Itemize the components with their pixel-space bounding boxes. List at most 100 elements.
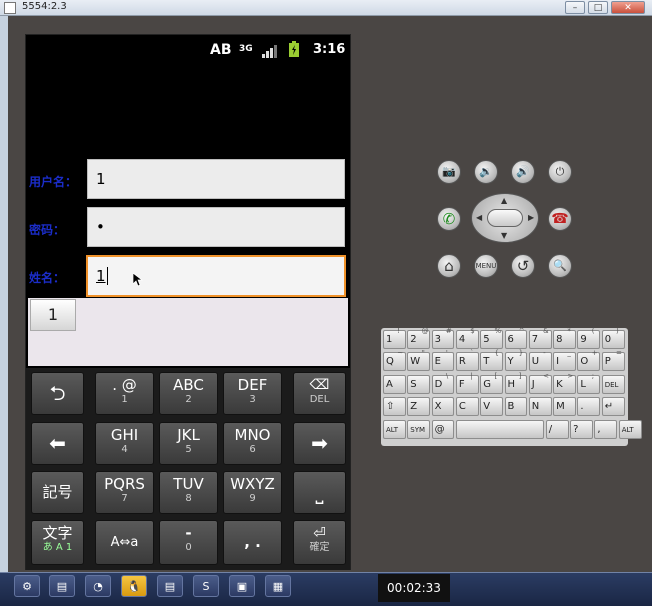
qwerty-key[interactable]: ⇧ [383, 397, 406, 417]
punctuation-key[interactable]: , . [223, 520, 282, 565]
qwerty-key[interactable]: 8 [553, 330, 576, 349]
key-7[interactable]: PQRS 7 [95, 471, 154, 514]
enter-key[interactable]: ⏎ 確定 [293, 520, 346, 565]
camera-button[interactable]: 📷 [437, 160, 461, 184]
home-button[interactable]: ⌂ [437, 254, 461, 278]
qwerty-key[interactable]: V [480, 397, 504, 417]
key-4[interactable]: GHI 4 [95, 422, 154, 465]
qwerty-key[interactable]: / [545, 419, 569, 439]
symbols-key[interactable]: 記号 [31, 471, 84, 514]
dpad-right-icon[interactable]: ▶ [528, 213, 534, 222]
qwerty-key[interactable]: T [480, 352, 504, 372]
qwerty-key[interactable]: S [407, 374, 431, 394]
qwerty-key[interactable]: SYM [407, 419, 431, 439]
dpad-up-icon[interactable]: ▲ [501, 196, 507, 205]
composing-text: 1 [96, 267, 106, 285]
input-mode-key[interactable]: 文字あ A 1 [31, 520, 84, 565]
qwerty-key[interactable]: G [480, 374, 504, 394]
qwerty-key[interactable]: 9 [577, 330, 601, 349]
username-label: 用户名： [29, 175, 78, 189]
key-2[interactable]: ABC 2 [159, 372, 218, 415]
qwerty-key[interactable]: D [431, 374, 455, 394]
qwerty-key-alt: & [543, 327, 549, 335]
candidate-bar [28, 298, 348, 366]
cursor-right-key[interactable]: ➡ [293, 422, 346, 465]
call-button[interactable]: ✆ [437, 207, 461, 231]
username-input[interactable]: 1 [87, 159, 345, 199]
qwerty-key[interactable]: , [594, 419, 618, 439]
qwerty-key[interactable]: 1 [383, 330, 406, 349]
delete-key[interactable]: ⌫ DEL [293, 372, 346, 415]
key-6[interactable]: MNO 6 [223, 422, 282, 465]
network-indicator: 3G [239, 44, 253, 54]
qwerty-key[interactable]: L [577, 374, 601, 394]
menu-button[interactable]: MENU [474, 254, 498, 278]
qwerty-key[interactable]: Y [504, 352, 528, 372]
recording-timer: 00:02:33 [378, 574, 450, 602]
cursor-left-key[interactable]: ⬅ [31, 422, 84, 465]
password-input[interactable]: • [87, 207, 345, 247]
search-button[interactable]: 🔍 [548, 254, 572, 278]
qwerty-key-alt: ; [591, 371, 595, 380]
qwerty-key[interactable]: M [553, 397, 576, 417]
qwerty-key[interactable]: ALT [383, 419, 406, 439]
qwerty-key-alt: ( [591, 327, 595, 335]
qwerty-key[interactable]: 4 [455, 330, 479, 349]
dpad-down-icon[interactable]: ▼ [501, 231, 507, 240]
candidate-item[interactable]: 1 [30, 299, 76, 331]
volume-up-button[interactable]: 🔊 [511, 160, 535, 184]
qwerty-key[interactable]: U [528, 352, 552, 372]
qwerty-key-alt: } [518, 349, 524, 358]
power-button[interactable]: ⏻ [548, 160, 572, 184]
key-8[interactable]: TUV 8 [159, 471, 218, 514]
key-5[interactable]: JKL 5 [159, 422, 218, 465]
taskbar-item[interactable]: ▤ [157, 575, 183, 597]
taskbar-item[interactable]: ▦ [265, 575, 291, 597]
qwerty-key[interactable]: R [455, 352, 479, 372]
taskbar-item[interactable]: S [193, 575, 219, 597]
end-call-button[interactable]: ☎ [548, 207, 572, 231]
taskbar-item[interactable]: ▤ [49, 575, 75, 597]
qwerty-key[interactable]: B [504, 397, 528, 417]
qwerty-key[interactable]: H [504, 374, 528, 394]
qwerty-key[interactable]: C [455, 397, 479, 417]
qwerty-key[interactable]: I [553, 352, 576, 372]
right-arrow-icon: ➡ [311, 431, 328, 455]
qwerty-key[interactable]: F [455, 374, 479, 394]
key-9[interactable]: WXYZ 9 [223, 471, 282, 514]
qwerty-key[interactable]: . [577, 397, 601, 417]
minimize-button[interactable]: – [565, 1, 585, 14]
qwerty-space-key[interactable] [455, 419, 545, 439]
qwerty-key[interactable]: 0 [601, 330, 625, 349]
back-button[interactable]: ↺ [511, 254, 535, 278]
qwerty-key-alt: = [616, 349, 622, 358]
qwerty-key[interactable]: Z [407, 397, 431, 417]
qwerty-key[interactable]: @ [431, 419, 455, 439]
qwerty-key[interactable]: DEL [601, 374, 625, 394]
key-0[interactable]: -0 [159, 520, 218, 565]
qwerty-key[interactable]: W [407, 352, 431, 372]
name-input[interactable]: 1​ [86, 255, 346, 297]
key-3[interactable]: DEF 3 [223, 372, 282, 415]
qwerty-key[interactable]: X [431, 397, 455, 417]
qwerty-key[interactable]: ALT [618, 419, 642, 439]
window-titlebar[interactable] [0, 0, 652, 16]
qwerty-key[interactable]: ↵ [601, 397, 625, 417]
dpad-center-button[interactable] [487, 209, 523, 227]
qwerty-key[interactable]: ? [570, 419, 593, 439]
space-key[interactable]: ⎵ [293, 471, 346, 514]
qwerty-key[interactable]: A [383, 374, 406, 394]
qq-taskbar-item[interactable]: 🐧 [121, 575, 147, 597]
dpad-left-icon[interactable]: ◀ [476, 213, 482, 222]
maximize-button[interactable]: □ [588, 1, 608, 14]
case-convert-key[interactable]: A⇔a [95, 520, 154, 565]
taskbar-item[interactable]: ▣ [229, 575, 255, 597]
back-key[interactable]: ⮌ [31, 372, 84, 415]
taskbar-item[interactable]: ◔ [85, 575, 111, 597]
close-button[interactable]: ✕ [611, 1, 645, 14]
qwerty-key[interactable]: N [528, 397, 552, 417]
volume-down-button[interactable]: 🔉 [474, 160, 498, 184]
qwerty-key[interactable]: E [431, 352, 455, 372]
start-button[interactable]: ⚙ [14, 575, 40, 597]
key-1[interactable]: . @1 [95, 372, 154, 415]
